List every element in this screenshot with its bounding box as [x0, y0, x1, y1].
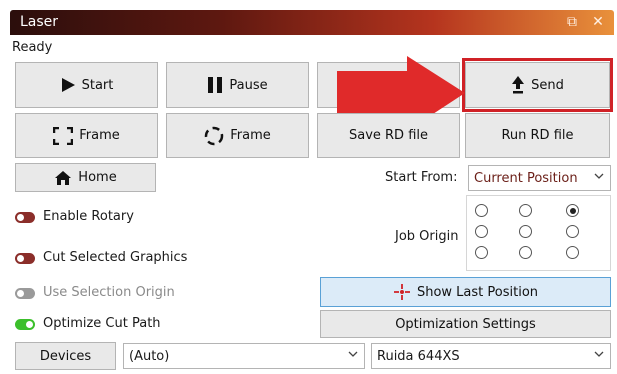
window-title: Laser: [20, 14, 59, 30]
start-from-label: Start From:: [385, 170, 458, 185]
enable-rotary-toggle[interactable]: [15, 212, 35, 223]
start-from-select[interactable]: Current Position: [468, 165, 611, 191]
optimize-cut-path-label: Optimize Cut Path: [43, 316, 161, 331]
chevron-down-icon: [348, 351, 358, 357]
send-highlight-box: [462, 58, 613, 112]
run-rd-file-button[interactable]: Run RD file: [465, 113, 610, 158]
origin-radio-middle-center[interactable]: [519, 225, 532, 238]
pause-button[interactable]: Pause: [166, 62, 309, 108]
cut-selected-graphics-label: Cut Selected Graphics: [43, 250, 188, 265]
origin-radio-top-left[interactable]: [475, 204, 488, 217]
optimize-cut-path-toggle[interactable]: [15, 319, 35, 330]
origin-radio-bottom-right[interactable]: [566, 246, 579, 259]
start-button[interactable]: Start: [15, 62, 158, 108]
title-bar: Laser ⧉ ✕: [10, 10, 614, 35]
origin-radio-top-center[interactable]: [519, 204, 532, 217]
origin-radio-middle-right[interactable]: [566, 225, 579, 238]
use-selection-origin-label: Use Selection Origin: [43, 285, 175, 300]
crosshair-icon: [393, 284, 410, 300]
home-button[interactable]: Home: [15, 163, 156, 192]
use-selection-origin-toggle: [15, 288, 35, 299]
origin-radio-bottom-center[interactable]: [519, 246, 532, 259]
origin-radio-bottom-left[interactable]: [475, 246, 488, 259]
origin-radio-top-right[interactable]: [566, 204, 579, 217]
pause-icon: [208, 77, 223, 93]
job-origin-label: Job Origin: [395, 229, 459, 244]
origin-radio-middle-left[interactable]: [475, 225, 488, 238]
cut-selected-graphics-toggle[interactable]: [15, 253, 35, 264]
frame-circle-button[interactable]: Frame: [166, 113, 309, 158]
device-model-select[interactable]: Ruida 644XS: [371, 343, 611, 369]
device-port-select[interactable]: (Auto): [123, 343, 365, 369]
frame-circle-icon: [204, 126, 224, 145]
restore-window-icon[interactable]: ⧉: [563, 13, 581, 31]
frame-rectangle-icon: [53, 126, 74, 145]
home-icon: [55, 170, 72, 185]
optimization-settings-button[interactable]: Optimization Settings: [320, 310, 611, 338]
status-text: Ready: [12, 40, 53, 55]
chevron-down-icon: [594, 173, 604, 179]
close-icon[interactable]: ✕: [589, 13, 607, 31]
devices-button[interactable]: Devices: [15, 342, 116, 370]
chevron-down-icon: [594, 351, 604, 357]
frame-rect-button[interactable]: Frame: [15, 113, 158, 158]
play-icon: [61, 78, 75, 92]
save-rd-file-button[interactable]: Save RD file: [317, 113, 460, 158]
show-last-position-button[interactable]: Show Last Position: [320, 277, 611, 307]
job-origin-grid: [466, 195, 611, 271]
enable-rotary-label: Enable Rotary: [43, 209, 134, 224]
